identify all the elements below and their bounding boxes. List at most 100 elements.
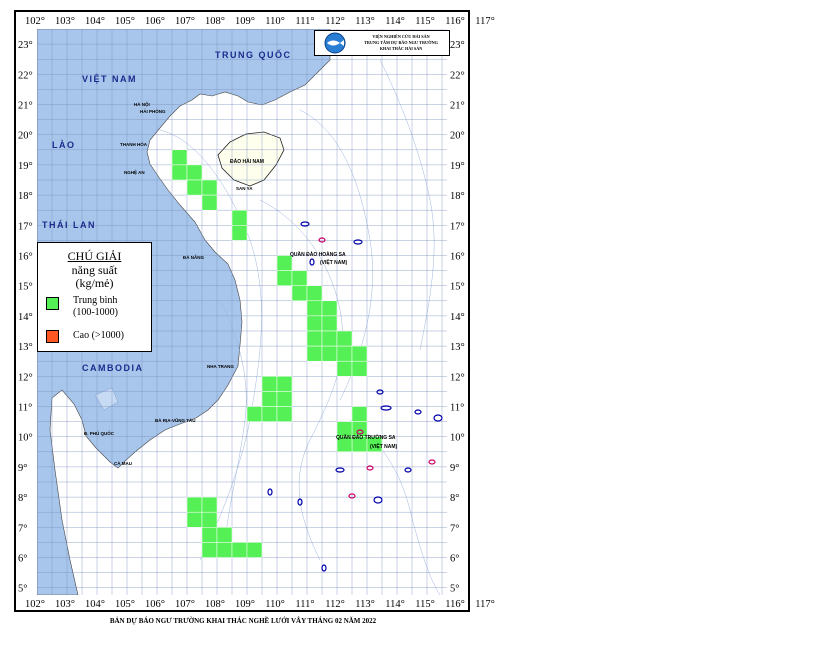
- coordinate-label: 17°: [450, 221, 465, 232]
- fish-logo-icon: [324, 32, 346, 54]
- fishing-cell-medium: [351, 360, 368, 377]
- fishing-cell-medium: [246, 406, 263, 422]
- coordinate-label: 23°: [450, 40, 465, 51]
- coordinate-label: 11°: [450, 403, 464, 414]
- coordinate-label: 14°: [18, 312, 33, 323]
- label-truong-sa: QUẦN ĐẢO TRƯỜNG SA: [336, 433, 396, 441]
- coordinate-label: 111°: [295, 16, 314, 27]
- fishing-cell-medium: [246, 542, 263, 558]
- logo-division: KHAI THÁC HẢI SẢN: [379, 46, 423, 51]
- label-phu-quoc: Đ. PHÚ QUỐC: [84, 430, 115, 436]
- fishing-cell-medium: [276, 406, 293, 422]
- fishing-cell-medium: [201, 511, 218, 528]
- coordinate-label: 21°: [450, 101, 465, 112]
- fishing-cell-medium: [306, 285, 323, 302]
- coordinate-label: 111°: [295, 599, 314, 610]
- coordinate-label: 104°: [85, 16, 105, 27]
- coordinate-label: 107°: [175, 16, 195, 27]
- fishing-cell-medium: [201, 194, 218, 211]
- fishing-cell-medium: [336, 360, 353, 377]
- coordinate-label: 113°: [355, 16, 375, 27]
- coordinate-label: 21°: [18, 101, 33, 112]
- label-truong-sa-vn: (VIỆT NAM): [370, 442, 398, 450]
- legend-label-medium: Trung bình: [73, 295, 118, 306]
- label-thanh-hoa: THANH HÓA: [120, 140, 148, 147]
- label-cambodia: CAMBODIA: [82, 363, 144, 373]
- fishing-cell-medium: [171, 164, 188, 181]
- fishing-cell-medium: [231, 225, 248, 241]
- label-ba-ria-vung-tau: BÀ RỊA-VŨNG TÀU: [155, 417, 196, 423]
- legend-title: CHÚ GIẢI: [67, 249, 122, 263]
- coordinate-label: 17°: [18, 221, 33, 232]
- coordinate-label: 20°: [18, 131, 33, 142]
- coordinate-label: 8°: [450, 493, 459, 504]
- fishing-cell-medium: [351, 345, 368, 362]
- fishing-cell-medium: [261, 376, 278, 392]
- coordinate-label: 112°: [325, 599, 345, 610]
- coordinate-label: 115°: [415, 16, 435, 27]
- fishing-cell-medium: [216, 542, 233, 558]
- coordinate-label: 18°: [18, 191, 33, 202]
- coordinate-label: 13°: [450, 342, 465, 353]
- coordinate-label: 108°: [205, 16, 225, 27]
- label-viet-nam: VIỆT NAM: [82, 73, 137, 84]
- coordinate-label: 18°: [450, 191, 465, 202]
- fishing-cell-medium: [291, 285, 308, 302]
- coordinate-label: 117°: [475, 16, 495, 27]
- fishing-cell-medium: [201, 496, 218, 513]
- coordinate-label: 10°: [18, 433, 33, 444]
- fishing-cell-medium: [186, 496, 203, 513]
- coordinate-label: 115°: [415, 599, 435, 610]
- coordinate-label: 105°: [115, 599, 135, 610]
- coordinate-label: 6°: [18, 554, 27, 565]
- fishing-cell-medium: [186, 511, 203, 528]
- fishing-cell-medium: [201, 179, 218, 196]
- coordinate-label: 16°: [18, 252, 33, 263]
- logo-center: TRUNG TÂM DỰ BÁO NGƯ TRƯỜNG: [364, 40, 438, 45]
- coordinate-label: 103°: [55, 599, 75, 610]
- fishing-cell-medium: [336, 345, 353, 362]
- legend-label-high: Cao (>1000): [73, 330, 124, 341]
- fishing-cell-medium: [186, 164, 203, 181]
- label-thai-lan: THÁI LAN: [42, 220, 96, 230]
- coordinate-label: 9°: [18, 463, 27, 474]
- coordinate-label: 19°: [18, 161, 33, 172]
- label-trung-quoc: TRUNG QUỐC: [215, 49, 292, 60]
- coordinate-label: 16°: [450, 252, 465, 263]
- fishing-cell-medium: [306, 345, 323, 362]
- fishing-cell-medium: [276, 391, 293, 407]
- coordinate-label: 102°: [25, 16, 45, 27]
- coordinate-label: 15°: [18, 282, 33, 293]
- label-nghe-an: NGHỆ AN: [124, 168, 145, 175]
- coordinate-label: 106°: [145, 599, 165, 610]
- coordinate-label: 110°: [265, 599, 285, 610]
- fishing-cell-medium: [321, 315, 338, 332]
- coordinate-label: 113°: [355, 599, 375, 610]
- coordinate-label: 5°: [18, 584, 27, 595]
- coordinate-label: 102°: [25, 599, 45, 610]
- fishing-cell-medium: [261, 391, 278, 407]
- fishing-cell-medium: [201, 527, 218, 543]
- coordinate-label: 105°: [115, 16, 135, 27]
- fishing-cell-medium: [351, 406, 368, 422]
- institute-logo-box: VIỆN NGHIÊN CỨU HẢI SẢN TRUNG TÂM DỰ BÁO…: [314, 30, 450, 56]
- fishing-cell-medium: [276, 376, 293, 392]
- fishing-cell-medium: [321, 300, 338, 317]
- coordinate-label: 8°: [18, 493, 27, 504]
- coordinate-label: 22°: [18, 70, 33, 81]
- label-hai-nam: ĐẢO HẢI NAM: [230, 158, 264, 165]
- fishing-cell-medium: [321, 345, 338, 362]
- label-ha-noi: HÀ NỘI: [134, 100, 150, 107]
- coordinate-label: 110°: [265, 16, 285, 27]
- legend-swatch-medium: [46, 297, 59, 310]
- fishing-cell-medium: [291, 270, 308, 286]
- coordinate-label: 10°: [450, 433, 465, 444]
- legend-subtitle-unit: (kg/mẻ): [75, 276, 114, 290]
- coordinate-label: 9°: [450, 463, 459, 474]
- coordinate-label: 112°: [325, 16, 345, 27]
- legend-swatch-high: [46, 330, 59, 343]
- fishing-cell-medium: [306, 315, 323, 332]
- label-nha-trang: NHA TRANG: [207, 364, 234, 369]
- coordinate-label: 14°: [450, 312, 465, 323]
- coordinate-label: 114°: [385, 16, 405, 27]
